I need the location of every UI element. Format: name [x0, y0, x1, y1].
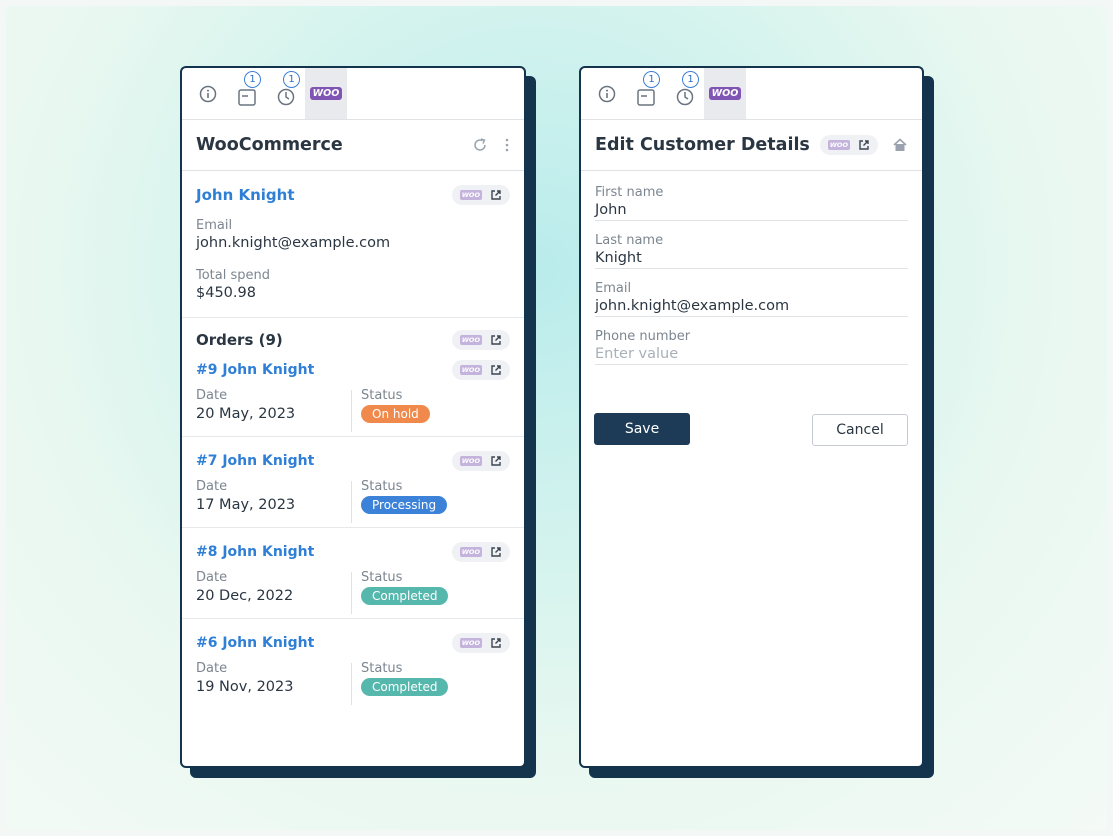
form-field: Last name Knight — [595, 233, 908, 269]
save-button[interactable]: Save — [594, 413, 690, 445]
order-date: 19 Nov, 2023 — [196, 679, 294, 695]
field-input[interactable]: Enter value — [595, 346, 908, 362]
home-icon[interactable] — [892, 137, 908, 153]
tab-tasks[interactable]: 1 — [227, 68, 266, 119]
form-field: Phone number Enter value — [595, 329, 908, 365]
status-badge: Completed — [361, 678, 449, 696]
tab-woocommerce[interactable]: WOO — [305, 68, 347, 119]
external-link-icon — [491, 638, 501, 648]
open-order-in-woo-button[interactable]: WOO — [451, 542, 510, 562]
form-field: Email john.knight@example.com — [595, 281, 908, 317]
tasks-count-badge: 1 — [643, 71, 660, 88]
customer-summary: John Knight WOO Email john.knight@exampl… — [182, 171, 524, 317]
panel-header: WooCommerce — [182, 120, 524, 171]
woo-icon: WOO — [708, 87, 742, 100]
info-icon — [199, 85, 216, 102]
order-title-link[interactable]: #7 John Knight — [196, 453, 314, 469]
field-input[interactable]: john.knight@example.com — [595, 298, 908, 314]
order-date: 20 May, 2023 — [196, 406, 296, 422]
history-icon — [676, 88, 693, 105]
form-field: First name John — [595, 185, 908, 221]
order-date-label: Date — [196, 570, 228, 585]
woo-icon: WOO — [459, 547, 482, 557]
tasks-icon — [237, 88, 256, 106]
woo-icon: WOO — [309, 87, 343, 100]
order-item: #8 John Knight WOO Date 20 Dec, 2022 Sta… — [182, 527, 524, 618]
open-order-in-woo-button[interactable]: WOO — [451, 633, 510, 653]
field-input[interactable]: Knight — [595, 250, 908, 266]
field-label: Phone number — [595, 329, 691, 344]
open-customer-in-woo-button[interactable]: WOO — [819, 135, 878, 155]
order-title-link[interactable]: #6 John Knight — [196, 635, 314, 651]
order-status-label: Status — [361, 479, 403, 494]
order-date-label: Date — [196, 479, 228, 494]
order-title-link[interactable]: #8 John Knight — [196, 544, 314, 560]
order-item: #6 John Knight WOO Date 19 Nov, 2023 Sta… — [182, 618, 524, 709]
order-date: 17 May, 2023 — [196, 497, 296, 513]
orders-section: Orders (9) WOO — [182, 318, 524, 350]
open-order-in-woo-button[interactable]: WOO — [451, 451, 510, 471]
page-title: WooCommerce — [196, 135, 343, 155]
order-status-label: Status — [361, 388, 403, 403]
order-date-label: Date — [196, 388, 228, 403]
external-link-icon — [491, 547, 501, 557]
history-icon — [277, 88, 294, 105]
tab-history[interactable]: 1 — [266, 68, 305, 119]
field-label: Last name — [595, 233, 664, 248]
woo-icon: WOO — [459, 190, 482, 200]
tab-woocommerce[interactable]: WOO — [704, 68, 746, 119]
tab-tasks[interactable]: 1 — [626, 68, 665, 119]
email-label: Email — [196, 218, 233, 233]
external-link-icon — [491, 335, 501, 345]
customer-form: First name John Last name Knight Email j… — [581, 171, 922, 365]
status-badge: Processing — [361, 496, 448, 514]
order-date: 20 Dec, 2022 — [196, 588, 294, 604]
woo-icon: WOO — [459, 335, 482, 345]
open-order-in-woo-button[interactable]: WOO — [451, 360, 510, 380]
order-status-label: Status — [361, 661, 403, 676]
order-item: #7 John Knight WOO Date 17 May, 2023 Sta… — [182, 436, 524, 527]
field-label: First name — [595, 185, 664, 200]
field-input[interactable]: John — [595, 202, 908, 218]
external-link-icon — [491, 365, 501, 375]
cancel-button[interactable]: Cancel — [812, 414, 908, 446]
more-vertical-icon[interactable] — [504, 137, 510, 153]
panel-header: Edit Customer Details WOO — [581, 120, 922, 171]
order-status-label: Status — [361, 570, 403, 585]
open-in-woo-button[interactable]: WOO — [451, 185, 510, 205]
field-label: Email — [595, 281, 632, 296]
tab-info[interactable] — [587, 68, 626, 119]
tasks-icon — [636, 88, 655, 106]
total-spend-label: Total spend — [196, 268, 271, 283]
order-item: #9 John Knight WOO Date 20 May, 2023 Sta… — [182, 350, 524, 436]
woo-icon: WOO — [827, 140, 850, 150]
open-orders-in-woo-button[interactable]: WOO — [451, 330, 510, 350]
external-link-icon — [491, 456, 501, 466]
order-title-link[interactable]: #9 John Knight — [196, 362, 314, 378]
tasks-count-badge: 1 — [244, 71, 261, 88]
external-link-icon — [491, 190, 501, 200]
page-title: Edit Customer Details — [595, 135, 810, 155]
status-badge: On hold — [361, 405, 430, 423]
background: 1 1 WOO WooCommerce John Knight WOO Emai… — [6, 6, 1107, 830]
customer-name-link[interactable]: John Knight — [196, 186, 295, 204]
woo-icon: WOO — [459, 456, 482, 466]
external-link-icon — [859, 140, 869, 150]
history-count-badge: 1 — [682, 71, 699, 88]
tab-history[interactable]: 1 — [665, 68, 704, 119]
customer-email: john.knight@example.com — [196, 235, 391, 251]
refresh-icon[interactable] — [472, 137, 488, 153]
status-badge: Completed — [361, 587, 449, 605]
tab-bar: 1 1 WOO — [581, 68, 922, 120]
history-count-badge: 1 — [283, 71, 300, 88]
tab-info[interactable] — [188, 68, 227, 119]
total-spend-value: $450.98 — [196, 285, 256, 301]
order-date-label: Date — [196, 661, 228, 676]
info-icon — [598, 85, 615, 102]
tab-bar: 1 1 WOO — [182, 68, 524, 120]
woo-icon: WOO — [459, 365, 482, 375]
orders-heading: Orders (9) — [196, 331, 283, 349]
woo-icon: WOO — [459, 638, 482, 648]
orders-list: #9 John Knight WOO Date 20 May, 2023 Sta… — [182, 350, 524, 709]
